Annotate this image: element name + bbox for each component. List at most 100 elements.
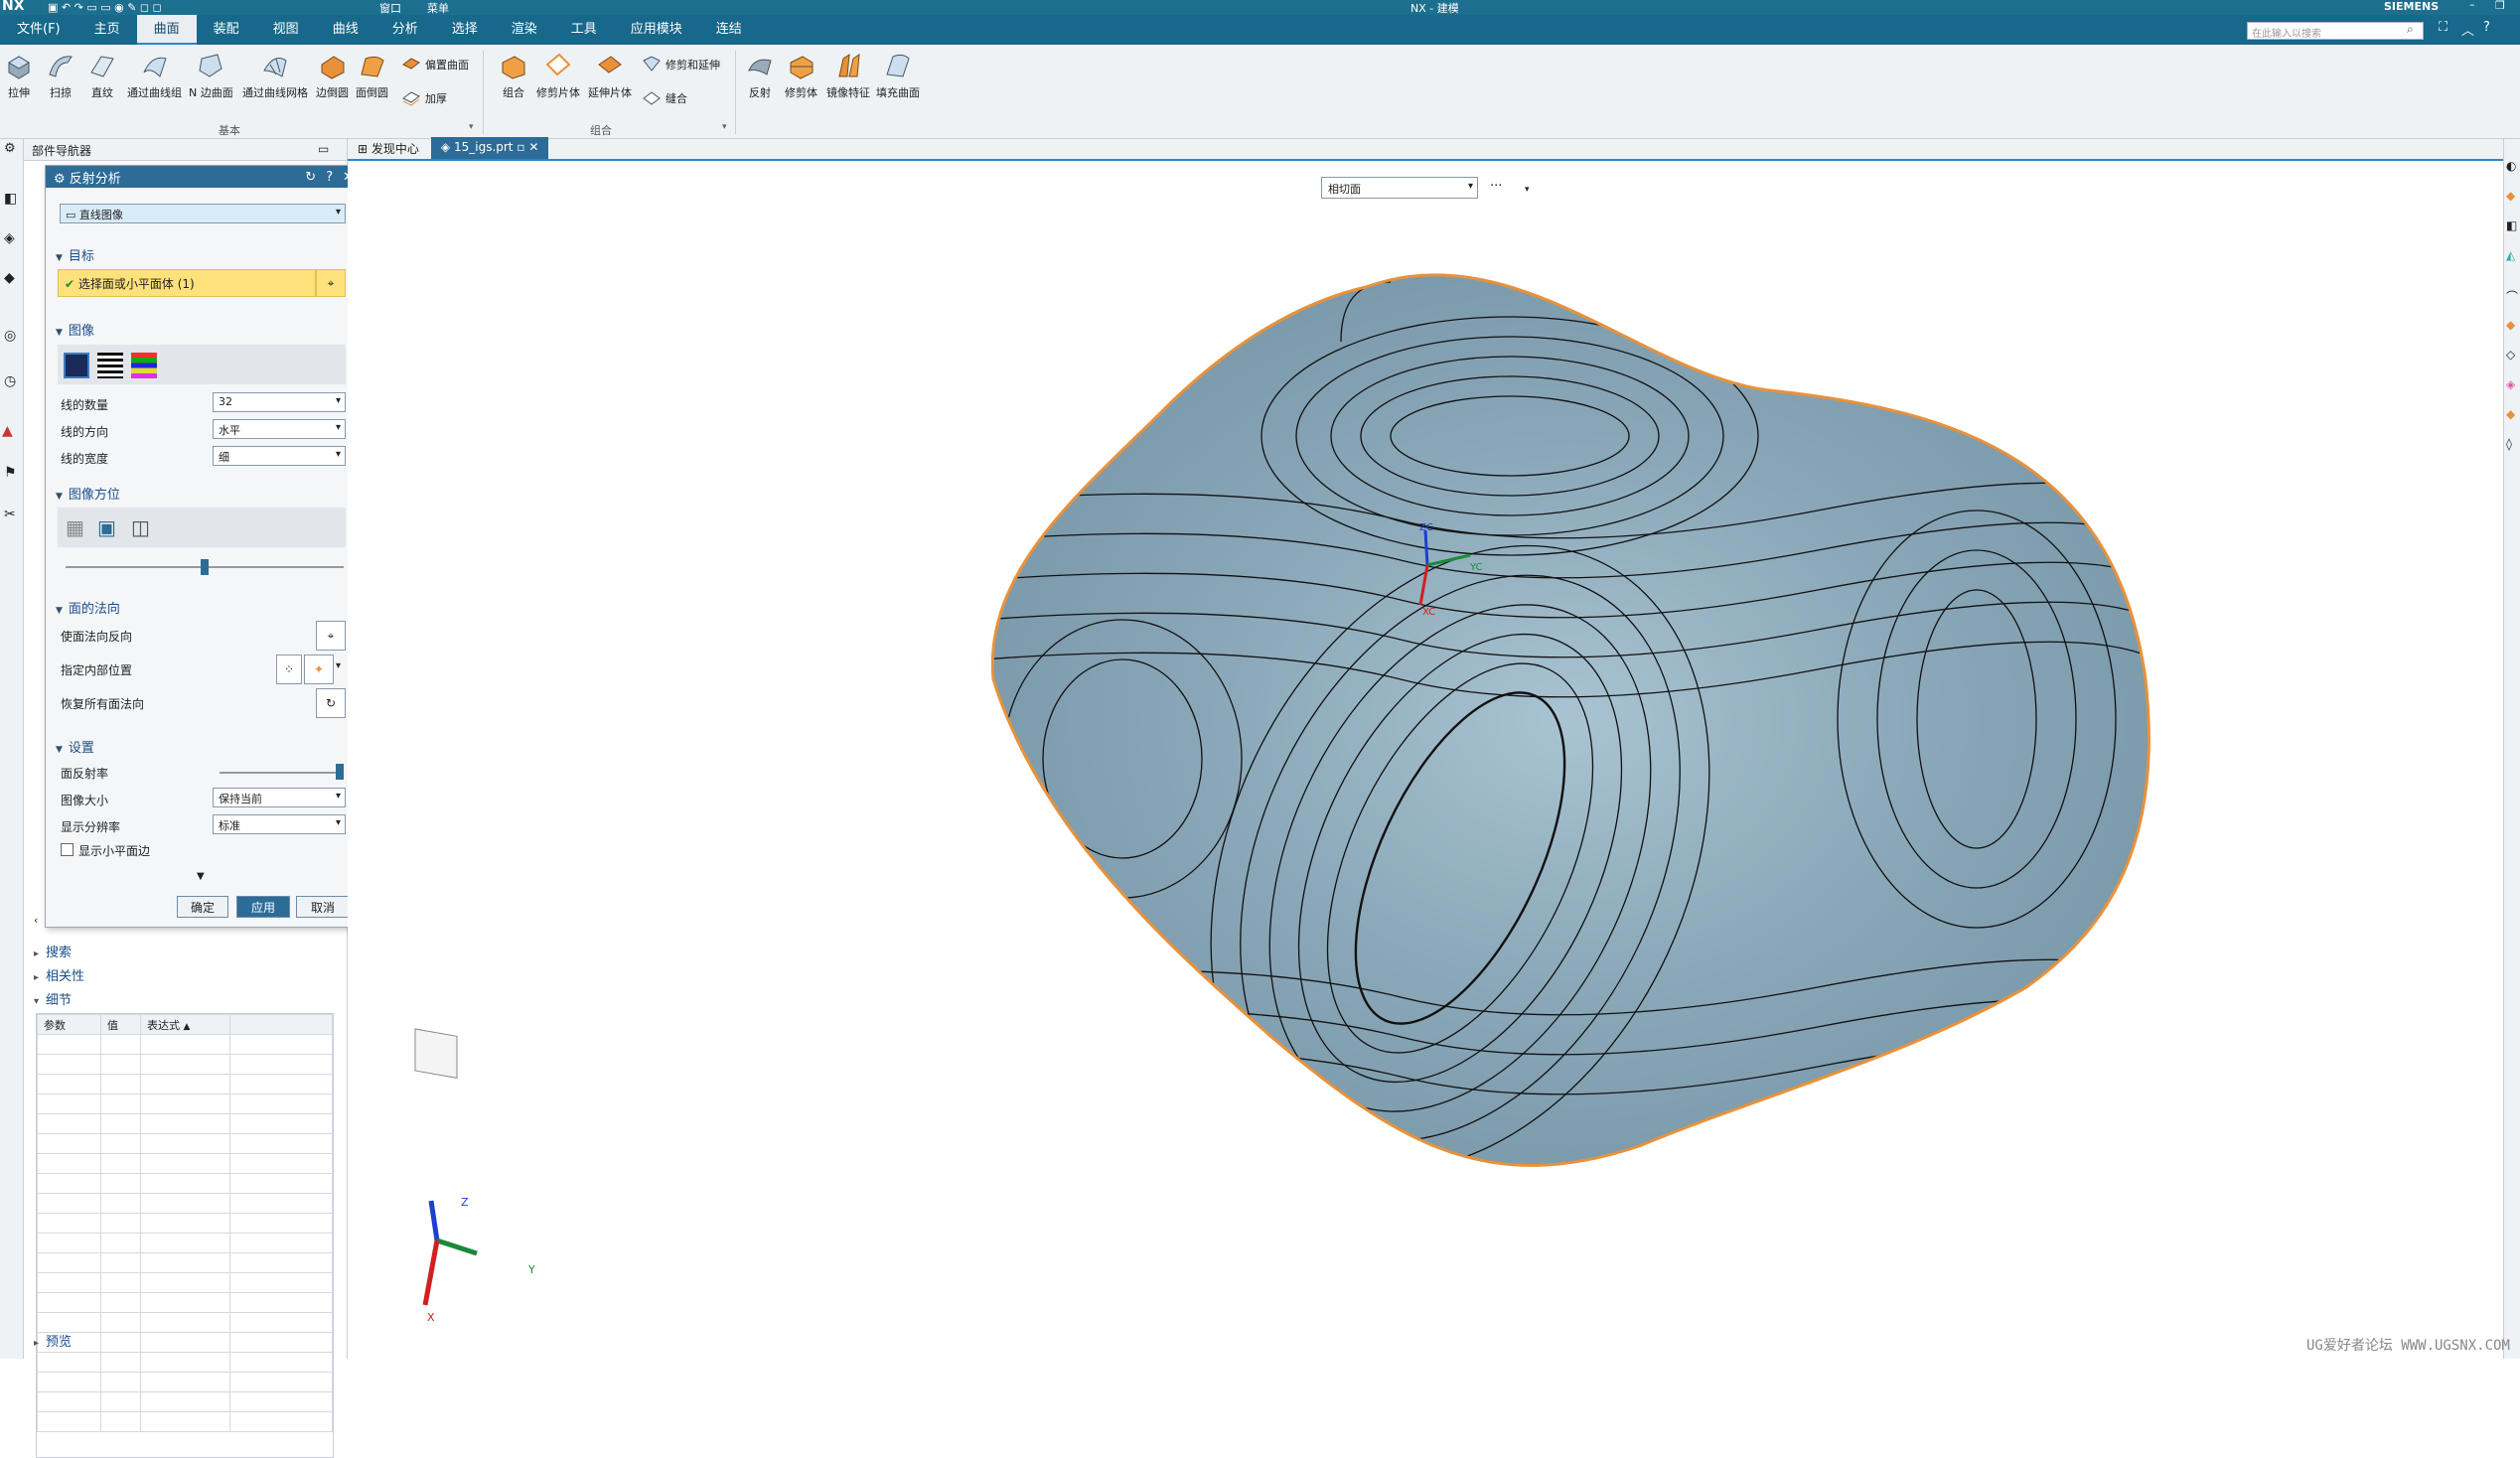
thicken-button[interactable]: 加厚	[401, 88, 447, 108]
edge-blend-button[interactable]: 边倒圆	[316, 51, 349, 100]
extrude-button[interactable]: 拉伸	[4, 51, 34, 100]
orient-move-icon[interactable]: ◫	[131, 515, 150, 539]
collapse-ribbon-icon[interactable]: ︿	[2461, 20, 2474, 39]
menu-view[interactable]: 视图	[256, 15, 316, 45]
more-options-icon[interactable]: ▼	[197, 871, 205, 882]
history-icon[interactable]: ◷	[4, 373, 16, 389]
section-details[interactable]: ▾ 细节	[34, 989, 72, 1008]
num-lines-select[interactable]: 32	[213, 392, 346, 412]
show-facet-checkbox[interactable]	[61, 843, 74, 856]
collapse-panel-icon[interactable]: ‹	[34, 914, 38, 927]
trim-sheet-button[interactable]: 修剪片体	[536, 51, 580, 100]
ok-button[interactable]: 确定	[177, 896, 228, 918]
section-target[interactable]: ▼ 目标	[56, 245, 94, 264]
menu-select[interactable]: 选择	[435, 15, 495, 45]
section-settings[interactable]: ▼ 设置	[56, 737, 94, 756]
menu-surface[interactable]: 曲面	[136, 15, 197, 45]
window-menu[interactable]: 窗口	[379, 0, 401, 16]
search-icon[interactable]: ⌕	[2407, 22, 2414, 37]
extend-sheet-button[interactable]: 延伸片体	[588, 51, 632, 100]
part-navigator-icon[interactable]: ◧	[4, 191, 17, 207]
combine-expand-icon[interactable]: ▾	[722, 122, 727, 132]
color-lines-icon[interactable]	[131, 353, 157, 378]
close-tab-icon[interactable]: ✕	[528, 140, 538, 154]
apply-button[interactable]: 应用	[236, 896, 290, 918]
point-snap-icon[interactable]: ✦	[304, 655, 334, 684]
direction-select[interactable]: 水平	[213, 419, 346, 439]
role-icon[interactable]: ⚑	[4, 465, 17, 481]
quick-access-icons[interactable]: ▣ ↶ ↷ ▭ ▭ ◉ ✎ ◻ ◻	[48, 1, 162, 14]
point-dialog-icon[interactable]: ⁘	[276, 655, 302, 684]
graphics-window[interactable]: ZC YC XC Z Y X	[348, 163, 2503, 1359]
restore-icon[interactable]: ❐	[2495, 0, 2505, 12]
section-face-normal[interactable]: ▼ 面的法向	[56, 598, 120, 617]
basic-expand-icon[interactable]: ▾	[469, 122, 474, 132]
reverse-normal-crosshair-icon[interactable]: ⌖	[316, 621, 346, 651]
sheet-icon[interactable]: ◊	[2506, 437, 2512, 451]
column-value[interactable]: 值	[100, 1014, 141, 1035]
maximize-icon[interactable]: ▭	[318, 142, 329, 156]
tools-icon[interactable]: ✂	[4, 507, 16, 522]
crosshair-icon[interactable]: ⌖	[316, 269, 346, 297]
section-preview[interactable]: ▸ 预览	[34, 1331, 72, 1350]
section-search[interactable]: ▸ 搜索	[34, 942, 72, 960]
plane-icon[interactable]: ◈	[2506, 377, 2515, 391]
n-sided-surface-button[interactable]: N 边曲面	[189, 51, 233, 100]
sweep-button[interactable]: 扫掠	[46, 51, 75, 100]
menu-curve[interactable]: 曲线	[316, 15, 375, 45]
tab-part-file[interactable]: ◈ 15_igs.prt ▫ ✕	[430, 137, 549, 159]
ruled-button[interactable]: 直纹	[87, 51, 117, 100]
body-icon[interactable]: ◆	[2506, 407, 2515, 421]
menu-applications[interactable]: 应用模块	[614, 15, 699, 45]
reflect-button[interactable]: 反射	[745, 51, 775, 100]
more-options-button[interactable]: ···	[1490, 179, 1502, 194]
reflectivity-slider-track[interactable]	[220, 772, 344, 774]
mirror-feature-button[interactable]: 镜像特征	[826, 51, 870, 100]
menu-file[interactable]: 文件(F)	[0, 15, 77, 45]
orientation-slider-thumb[interactable]	[201, 559, 209, 575]
face-icon[interactable]: ◆	[2506, 318, 2515, 332]
tab-discovery-center[interactable]: ⊞ 发现中心	[348, 137, 429, 159]
dark-lines-icon[interactable]	[64, 353, 89, 378]
orient-view-icon[interactable]: ▣	[97, 515, 116, 539]
sew-button[interactable]: 缝合	[642, 88, 687, 108]
select-face-row[interactable]: ✔ 选择面或小平面体 (1)	[58, 269, 316, 297]
settings-icon[interactable]: ⚙	[4, 141, 16, 156]
surface-view[interactable]	[348, 163, 2503, 1359]
menu-render[interactable]: 渲染	[495, 15, 554, 45]
toolbar-dropdown-icon[interactable]: ▾	[1525, 185, 1530, 195]
menu-dropdown[interactable]: 菜单	[427, 0, 449, 16]
constraint-navigator-icon[interactable]: ◆	[4, 270, 15, 286]
reset-icon[interactable]: ↻	[305, 170, 316, 185]
through-curves-button[interactable]: 通过曲线组	[127, 51, 182, 100]
face-selection-filter[interactable]: 相切面 ▾	[1321, 177, 1478, 199]
orient-face-icon[interactable]: ▦	[66, 515, 84, 539]
analysis-icon[interactable]: ◭	[2506, 248, 2515, 262]
curve-mesh-button[interactable]: 通过曲线网格	[242, 51, 308, 100]
render-icon[interactable]: ◆	[2506, 189, 2515, 203]
image-size-select[interactable]: 保持当前	[213, 788, 346, 807]
menu-connect[interactable]: 连结	[699, 15, 759, 45]
section-image[interactable]: ▼ 图像	[56, 320, 94, 339]
width-select[interactable]: 细	[213, 446, 346, 466]
shade-icon[interactable]: ◧	[2506, 219, 2517, 232]
menu-assembly[interactable]: 装配	[197, 15, 256, 45]
web-browser-icon[interactable]: ◎	[4, 328, 16, 344]
menu-analysis[interactable]: 分析	[375, 15, 435, 45]
view-triad[interactable]	[414, 1028, 478, 1306]
palette-icon[interactable]: ▲	[2, 423, 13, 439]
help-icon[interactable]: ?	[326, 170, 333, 185]
curve-icon[interactable]: ⌒	[2506, 288, 2518, 305]
column-parameter[interactable]: 参数	[37, 1014, 101, 1035]
menu-home[interactable]: 主页	[77, 15, 137, 45]
section-dependencies[interactable]: ▸ 相关性	[34, 965, 84, 984]
face-blend-button[interactable]: 面倒圆	[356, 51, 388, 100]
help-icon[interactable]: ?	[2483, 20, 2490, 35]
assembly-navigator-icon[interactable]: ◈	[4, 230, 15, 246]
fullscreen-icon[interactable]: ⛶	[2439, 20, 2447, 35]
minimize-icon[interactable]: –	[2469, 0, 2475, 11]
trim-body-button[interactable]: 修剪体	[785, 51, 817, 100]
combine-button[interactable]: 组合	[499, 51, 528, 100]
type-select[interactable]: ▭ 直线图像	[60, 204, 346, 223]
restore-normals-icon[interactable]: ↻	[316, 688, 346, 718]
